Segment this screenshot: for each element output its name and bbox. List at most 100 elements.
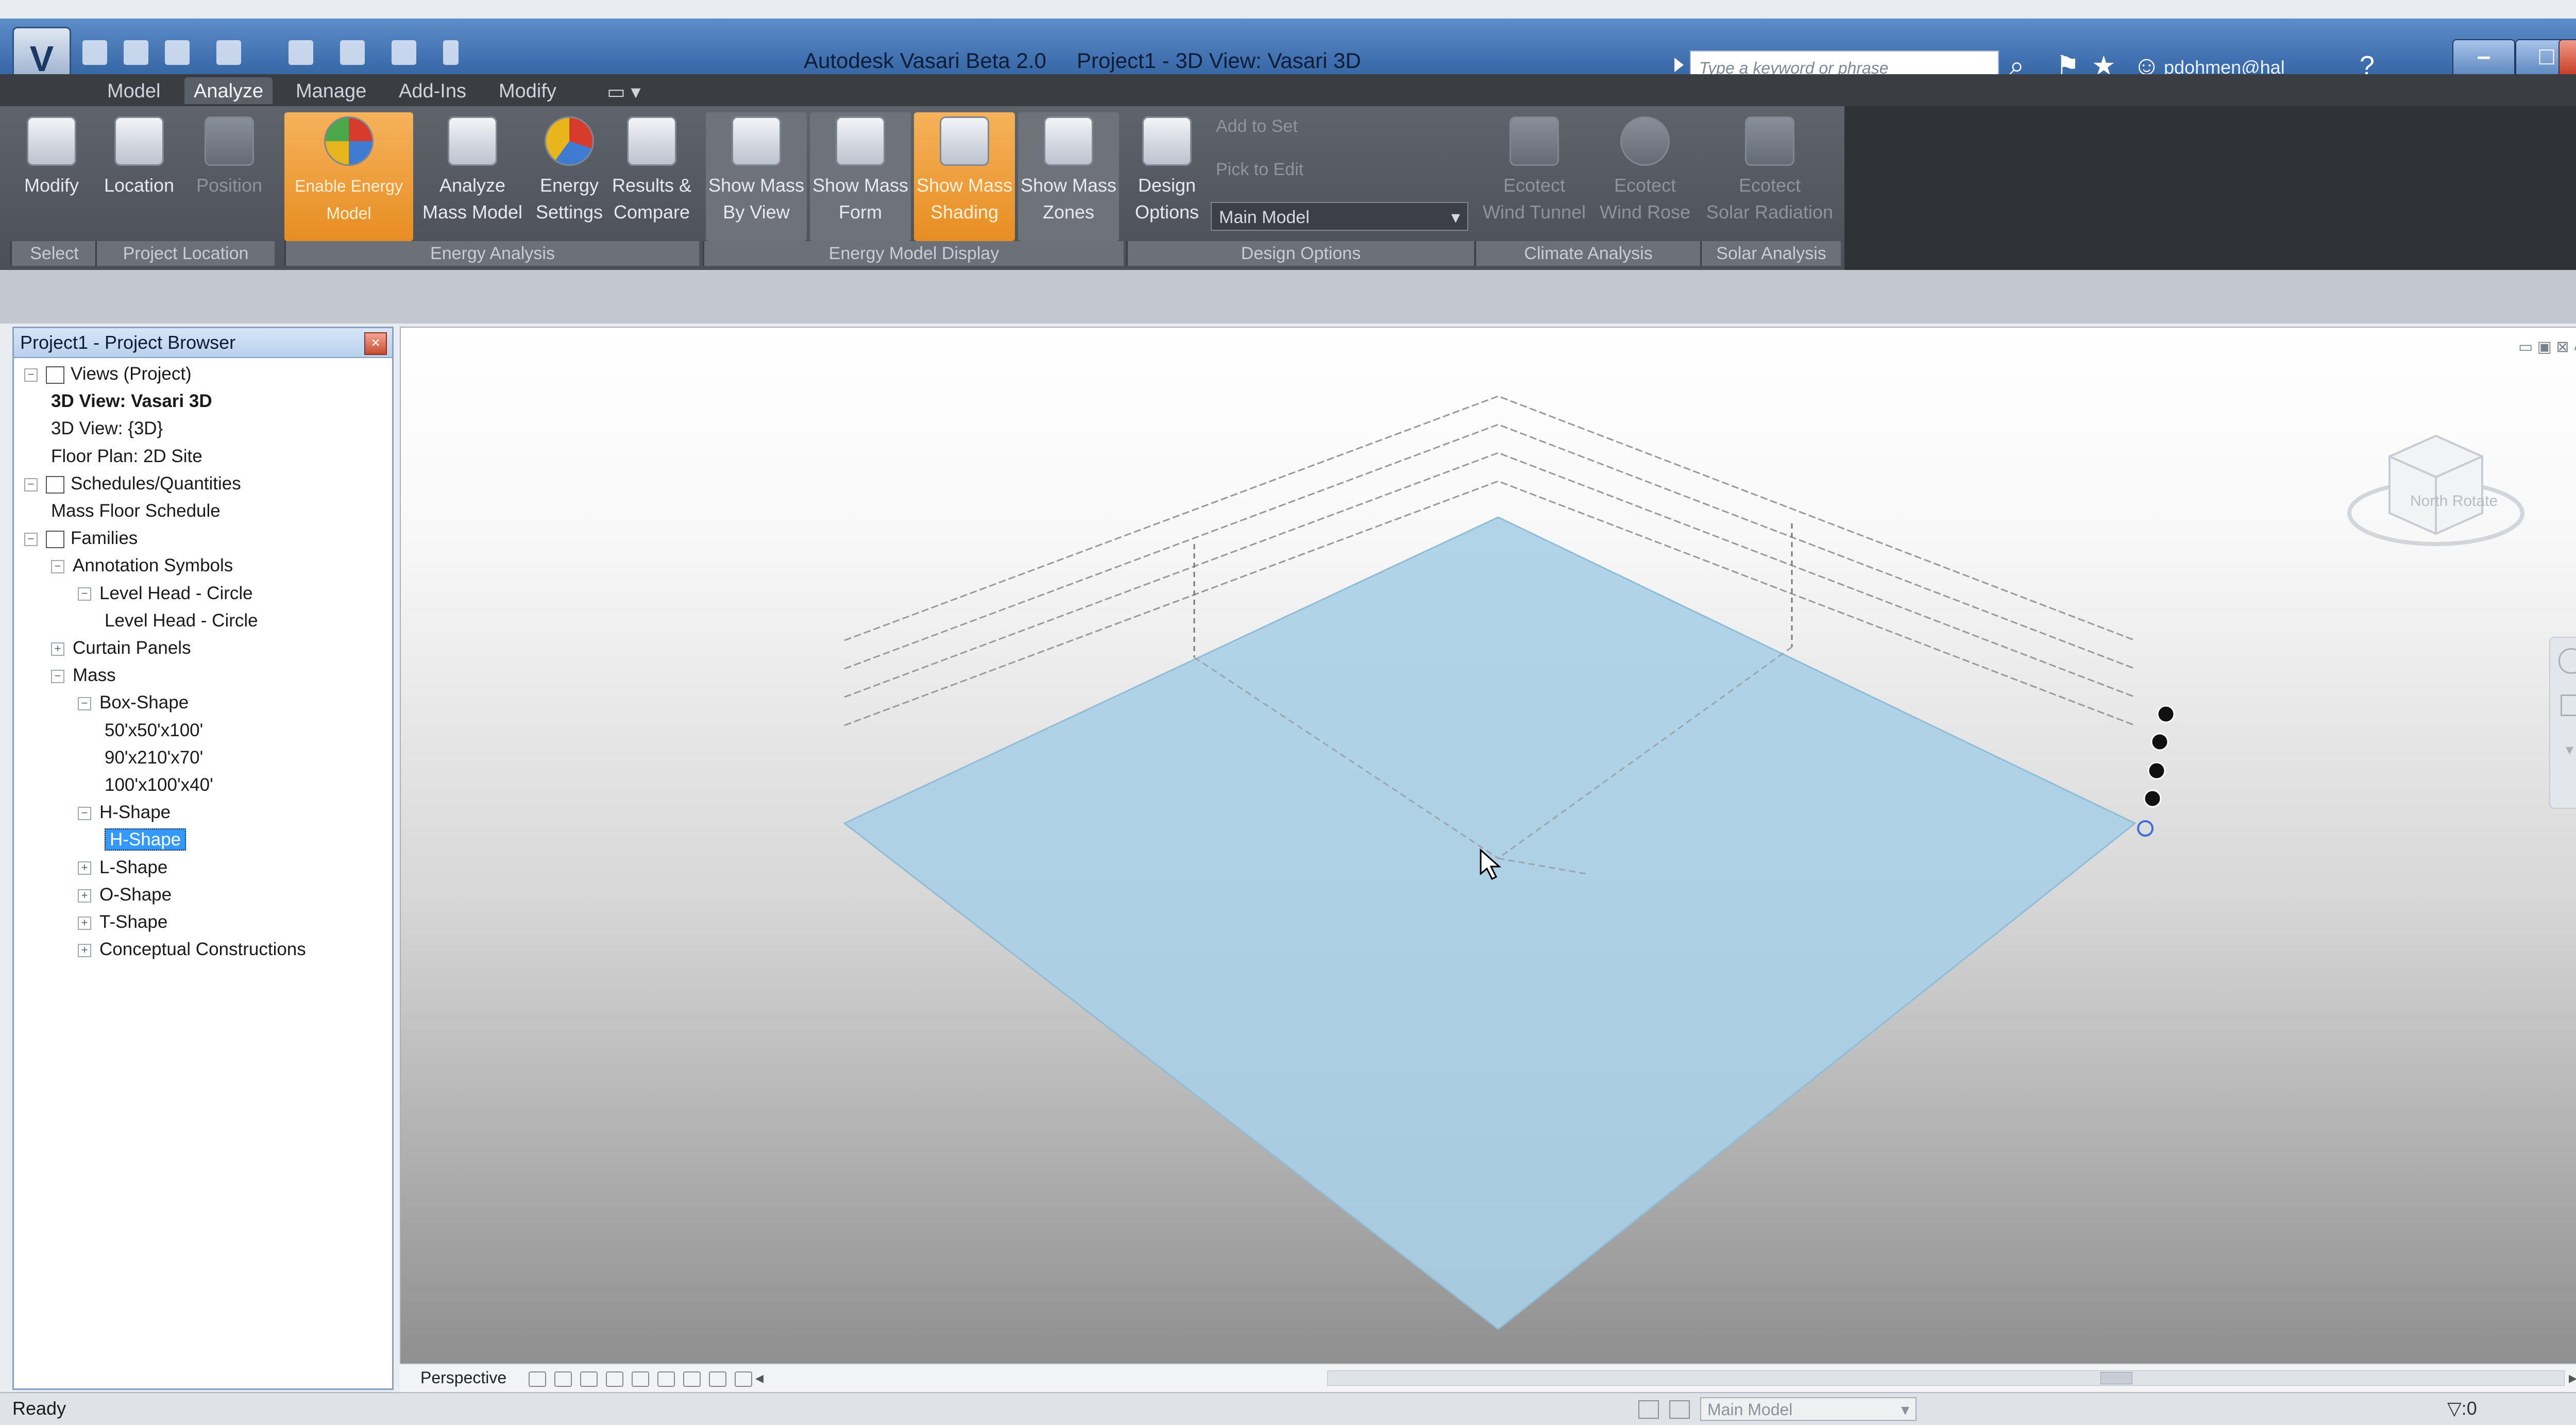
level-head-icon[interactable] — [2150, 733, 2169, 751]
open-icon[interactable] — [82, 40, 107, 65]
viewport-window-controls[interactable]: ▭ ▣ ⊠ ˄ — [2518, 338, 2576, 356]
scroll-right-icon[interactable]: ▸ — [2569, 1364, 2576, 1391]
scroll-left-icon[interactable]: ◂ — [755, 1364, 764, 1391]
temporary-hide-icon[interactable] — [632, 1371, 649, 1387]
ribbon-minimize-toggle[interactable]: ▭ ▾ — [598, 77, 650, 104]
location-button[interactable]: Location — [95, 112, 183, 241]
design-option-select[interactable]: Main Model ▾ — [1211, 202, 1468, 231]
design-options-icon[interactable] — [1669, 1400, 1690, 1419]
ecotect-solar-radiation-button[interactable]: Ecotect Solar Radiation — [1700, 112, 1839, 241]
browser-tree-item[interactable]: 3D View: {3D} — [51, 416, 163, 443]
tab-model[interactable]: Model — [98, 77, 170, 104]
browser-tree-item[interactable]: H-Shape — [105, 827, 187, 854]
collapse-icon[interactable]: − — [51, 560, 64, 574]
show-mass-zones-button[interactable]: Show Mass Zones — [1018, 112, 1119, 241]
redo-icon[interactable] — [216, 40, 241, 65]
energy-settings-button[interactable]: Energy Settings — [531, 112, 608, 241]
level-head-icon[interactable] — [2137, 820, 2154, 837]
steering-wheel-icon[interactable] — [2558, 648, 2576, 674]
browser-tree-item[interactable]: + O-Shape — [78, 882, 172, 909]
expand-icon[interactable]: + — [78, 861, 91, 875]
pick-to-edit-button[interactable]: Pick to Edit — [1216, 160, 1303, 180]
browser-tree-item[interactable]: Mass Floor Schedule — [51, 498, 221, 525]
tab-analyze[interactable]: Analyze — [184, 77, 273, 104]
browser-tree-item[interactable]: + T-Shape — [78, 909, 167, 937]
close-icon[interactable]: × — [364, 332, 387, 355]
expand-icon[interactable]: + — [78, 916, 91, 930]
minimize-button[interactable]: – — [2452, 39, 2515, 78]
crop-view-icon[interactable] — [606, 1371, 623, 1387]
collapse-icon[interactable]: − — [78, 697, 91, 711]
collapse-icon[interactable]: − — [24, 478, 38, 491]
expand-icon[interactable]: + — [78, 889, 91, 903]
mass-floor-plane[interactable] — [843, 516, 2137, 1330]
browser-tree-item[interactable]: Floor Plan: 2D Site — [51, 444, 202, 471]
shadows-icon[interactable] — [580, 1371, 598, 1387]
measure-icon[interactable] — [340, 40, 365, 65]
analyze-mass-model-button[interactable]: Analyze Mass Model — [418, 112, 527, 241]
browser-tree-item[interactable]: 3D View: Vasari 3D — [51, 388, 212, 416]
collapse-icon[interactable]: − — [51, 669, 64, 683]
lock-view-icon[interactable] — [683, 1371, 701, 1387]
view-mode-label[interactable]: Perspective — [420, 1364, 506, 1391]
level-head-icon[interactable] — [2143, 789, 2162, 808]
horizontal-scrollbar[interactable] — [1327, 1370, 2565, 1386]
show-mass-shading-button[interactable]: Show Mass Shading — [914, 112, 1015, 241]
search-expand-icon[interactable] — [1674, 58, 1684, 72]
zoom-icon[interactable] — [2561, 694, 2576, 716]
browser-tree-item[interactable]: − Views (Project) — [24, 361, 192, 388]
chevron-down-icon[interactable]: ▾ — [2566, 741, 2573, 759]
switch-windows-icon[interactable] — [392, 40, 416, 65]
results-compare-button[interactable]: Results & Compare — [608, 112, 696, 241]
browser-tree-item[interactable]: − Schedules/Quantities — [24, 471, 241, 498]
close-button[interactable]: X — [2558, 39, 2576, 78]
browser-tree-item[interactable]: 90'x210'x70' — [105, 745, 203, 772]
sun-path-icon[interactable] — [554, 1371, 572, 1387]
add-to-set-button[interactable]: Add to Set — [1216, 116, 1298, 137]
browser-tree-item[interactable]: 100'x100'x40' — [105, 772, 213, 800]
browser-tree-item[interactable]: 50'x50'x100' — [105, 718, 203, 745]
collapse-icon[interactable]: − — [24, 368, 38, 382]
analysis-display-icon[interactable] — [735, 1371, 752, 1387]
browser-tree-item[interactable]: − Annotation Symbols — [51, 553, 233, 580]
save-icon[interactable] — [124, 40, 148, 65]
modify-button[interactable]: Modify — [10, 112, 93, 241]
customize-toolbar-icon[interactable] — [443, 40, 459, 65]
ecotect-wind-rose-button[interactable]: Ecotect Wind Rose — [1591, 112, 1699, 241]
browser-tree-item[interactable]: − H-Shape — [78, 800, 171, 827]
level-heads[interactable] — [2137, 705, 2175, 837]
enable-energy-model-button[interactable]: Enable Energy Model — [284, 112, 413, 241]
worksets-icon[interactable] — [1638, 1400, 1659, 1419]
ecotect-wind-tunnel-button[interactable]: Ecotect Wind Tunnel — [1478, 112, 1591, 241]
render-icon[interactable] — [709, 1371, 726, 1387]
level-head-icon[interactable] — [2157, 705, 2175, 723]
collapse-icon[interactable]: − — [24, 532, 38, 546]
panel-select[interactable]: Select — [10, 241, 97, 266]
tab-modify[interactable]: Modify — [489, 77, 566, 104]
selection-filter-count[interactable]: ▽:0 — [2447, 1393, 2477, 1424]
viewcube-icon[interactable] — [2347, 434, 2524, 546]
visual-style-icon[interactable] — [529, 1371, 546, 1387]
browser-tree-item[interactable]: − Families — [24, 525, 138, 553]
position-button[interactable]: Position — [185, 112, 273, 241]
collapse-icon[interactable]: − — [78, 587, 91, 601]
show-mass-form-button[interactable]: Show Mass Form — [810, 112, 911, 241]
undo-icon[interactable] — [165, 40, 190, 65]
scene-canvas[interactable] — [401, 328, 2576, 1363]
browser-tree-item[interactable]: Level Head - Circle — [105, 608, 258, 635]
active-design-option-select[interactable]: Main Model ▾ — [1700, 1397, 1917, 1421]
tab-add-ins[interactable]: Add-Ins — [389, 77, 476, 104]
navigation-bar[interactable]: ▾ — [2549, 637, 2576, 809]
expand-icon[interactable]: + — [78, 943, 91, 957]
browser-tree-item[interactable]: + Conceptual Constructions — [78, 937, 306, 964]
collapse-icon[interactable]: − — [78, 806, 91, 820]
viewcube-label[interactable]: North Rotate — [2410, 493, 2498, 510]
level-head-icon[interactable] — [2147, 761, 2166, 780]
expand-icon[interactable]: + — [51, 642, 64, 656]
tab-manage[interactable]: Manage — [286, 77, 376, 104]
3d-viewport[interactable]: ▭ ▣ ⊠ ˄ North Rotate ▾ — [400, 327, 2576, 1364]
browser-tree-item[interactable]: − Box-Shape — [78, 690, 189, 717]
browser-tree-item[interactable]: − Level Head - Circle — [78, 581, 253, 608]
show-mass-by-view-button[interactable]: Show Mass By View — [706, 112, 807, 241]
design-options-button[interactable]: Design Options — [1128, 112, 1206, 241]
